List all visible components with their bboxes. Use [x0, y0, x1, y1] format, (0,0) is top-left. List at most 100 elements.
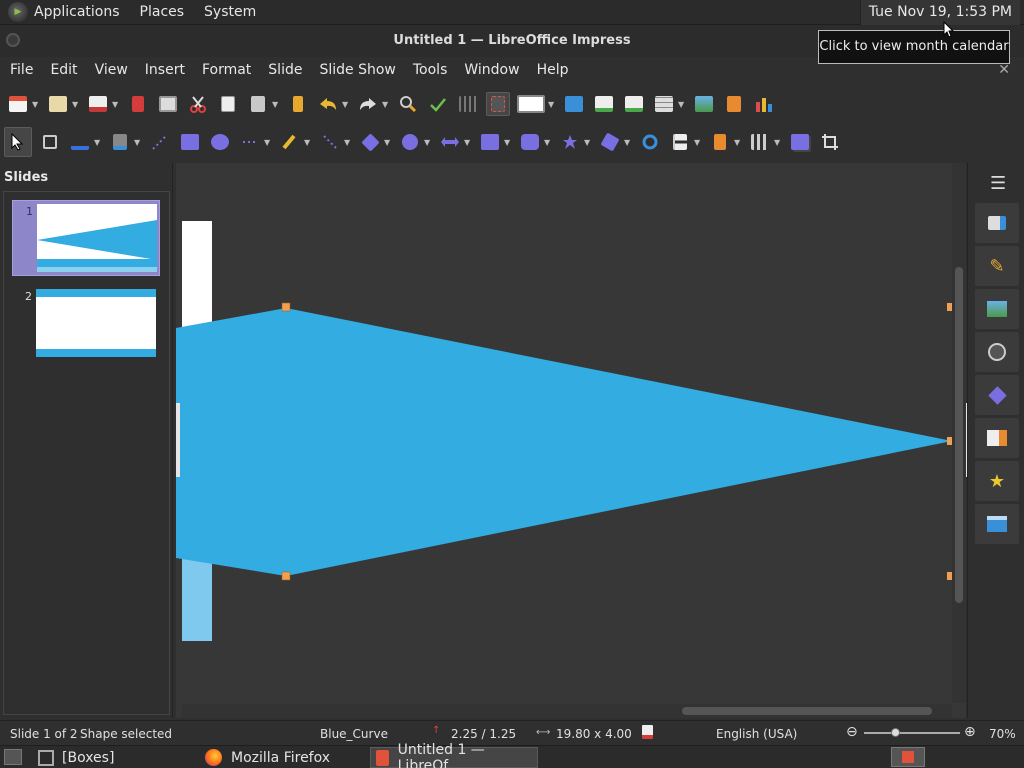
- document-modified-icon[interactable]: [642, 725, 653, 739]
- insert-image-icon[interactable]: [692, 92, 716, 116]
- panel-clock[interactable]: Tue Nov 19, 1:53 PM: [859, 0, 1020, 25]
- status-zoom[interactable]: 70%: [989, 727, 1016, 741]
- taskbar-item-firefox[interactable]: Mozilla Firefox: [205, 747, 330, 768]
- undo-icon[interactable]: [316, 92, 340, 116]
- zoom-pan-icon[interactable]: [38, 130, 62, 154]
- menu-insert[interactable]: Insert: [139, 62, 191, 78]
- ellipse-icon[interactable]: [208, 130, 232, 154]
- slide-thumbnail-2[interactable]: 2: [12, 286, 160, 362]
- menu-tools[interactable]: Tools: [407, 62, 454, 78]
- rotate-icon[interactable]: [638, 130, 662, 154]
- find-replace-icon[interactable]: [396, 92, 420, 116]
- table-dropdown-icon[interactable]: ▼: [548, 100, 556, 109]
- zoom-out-icon[interactable]: ⊖: [846, 724, 858, 740]
- display-grid-icon[interactable]: [456, 92, 480, 116]
- status-language[interactable]: English (USA): [716, 727, 797, 741]
- save-dropdown-icon[interactable]: ▼: [112, 100, 120, 109]
- connectors-icon[interactable]: [318, 130, 342, 154]
- print-icon[interactable]: [156, 92, 180, 116]
- new-icon[interactable]: [6, 92, 30, 116]
- redo-dropdown-icon[interactable]: ▼: [382, 100, 390, 109]
- sidebar-master-slides-button[interactable]: [975, 504, 1019, 544]
- sidebar-menu-icon[interactable]: ☰: [990, 173, 1006, 194]
- basic-shapes-icon[interactable]: [358, 130, 382, 154]
- start-first-slide-icon[interactable]: [592, 92, 616, 116]
- clone-formatting-icon[interactable]: [286, 92, 310, 116]
- line-color-dropdown-icon[interactable]: ▼: [94, 138, 102, 147]
- menu-help[interactable]: Help: [531, 62, 575, 78]
- sidebar-shapes-button[interactable]: [975, 375, 1019, 415]
- shadow-icon[interactable]: [788, 130, 812, 154]
- block-arrows-icon[interactable]: [438, 130, 462, 154]
- basic-shapes-dropdown-icon[interactable]: ▼: [384, 138, 392, 147]
- status-master-slide[interactable]: Blue_Curve: [320, 727, 388, 741]
- stars-icon[interactable]: [558, 130, 582, 154]
- select-arrow-icon[interactable]: [4, 127, 32, 157]
- insert-table-icon[interactable]: [516, 92, 546, 116]
- menu-view[interactable]: View: [89, 62, 134, 78]
- panel-menu-system[interactable]: System: [204, 4, 256, 20]
- insert-line-icon[interactable]: [148, 130, 172, 154]
- menu-edit[interactable]: Edit: [44, 62, 83, 78]
- arrange-dropdown-icon[interactable]: ▼: [734, 138, 742, 147]
- flowchart-dropdown-icon[interactable]: ▼: [504, 138, 512, 147]
- new-dropdown-icon[interactable]: ▼: [32, 100, 40, 109]
- show-desktop-icon[interactable]: [4, 749, 22, 765]
- menu-slide[interactable]: Slide: [262, 62, 308, 78]
- align-objects-icon[interactable]: [668, 130, 692, 154]
- selection-handle[interactable]: [281, 571, 291, 581]
- horizontal-scrollbar[interactable]: [182, 704, 952, 718]
- sidebar-styles-button[interactable]: ✎: [975, 246, 1019, 286]
- vertical-scroll-thumb[interactable]: [955, 267, 963, 603]
- spelling-icon[interactable]: [426, 92, 450, 116]
- arrange-icon[interactable]: [708, 130, 732, 154]
- slide-canvas[interactable]: [176, 163, 966, 718]
- distro-logo-icon[interactable]: ▶: [8, 2, 28, 22]
- paste-icon[interactable]: [246, 92, 270, 116]
- menu-format[interactable]: Format: [196, 62, 257, 78]
- zoom-slider[interactable]: [864, 732, 960, 734]
- slides-pane-collapse-handle[interactable]: [176, 403, 180, 477]
- zoom-slider-thumb[interactable]: [891, 728, 900, 737]
- callouts-icon[interactable]: [518, 130, 542, 154]
- horizontal-scroll-thumb[interactable]: [682, 707, 932, 715]
- crop-icon[interactable]: [818, 130, 842, 154]
- selected-shape[interactable]: [176, 308, 952, 576]
- slide-thumbnail-1[interactable]: 1: [12, 200, 160, 276]
- panel-menu-places[interactable]: Places: [140, 4, 185, 20]
- display-views-icon[interactable]: [562, 92, 586, 116]
- save-icon[interactable]: [86, 92, 110, 116]
- sidebar-animation-button[interactable]: ★: [975, 461, 1019, 501]
- selection-handle[interactable]: [281, 302, 291, 312]
- fill-color-dropdown-icon[interactable]: ▼: [134, 138, 142, 147]
- close-document-button[interactable]: ✕: [998, 62, 1010, 78]
- rectangle-icon[interactable]: [178, 130, 202, 154]
- taskbar-item-impress[interactable]: Untitled 1 — LibreOf...: [370, 742, 538, 768]
- start-current-slide-icon[interactable]: [622, 92, 646, 116]
- cut-icon[interactable]: [186, 92, 210, 116]
- connectors-dropdown-icon[interactable]: ▼: [344, 138, 352, 147]
- align-dropdown-icon[interactable]: ▼: [694, 138, 702, 147]
- undo-dropdown-icon[interactable]: ▼: [342, 100, 350, 109]
- copy-icon[interactable]: [216, 92, 240, 116]
- table2-dropdown-icon[interactable]: ▼: [678, 100, 686, 109]
- distribute-dropdown-icon[interactable]: ▼: [774, 138, 782, 147]
- insert-audio-video-icon[interactable]: [722, 92, 746, 116]
- block-arrows-dropdown-icon[interactable]: ▼: [464, 138, 472, 147]
- sidebar-gallery-button[interactable]: [975, 289, 1019, 329]
- insert-chart-icon[interactable]: [752, 92, 776, 116]
- menu-window[interactable]: Window: [458, 62, 525, 78]
- panel-menu-applications[interactable]: Applications: [34, 4, 120, 20]
- vertical-scrollbar[interactable]: [952, 163, 966, 703]
- sidebar-properties-button[interactable]: [975, 203, 1019, 243]
- redo-icon[interactable]: [356, 92, 380, 116]
- fill-color-icon[interactable]: [108, 130, 132, 154]
- stars-dropdown-icon[interactable]: ▼: [584, 138, 592, 147]
- curves-icon[interactable]: [278, 130, 302, 154]
- lines-dropdown-icon[interactable]: ▼: [264, 138, 272, 147]
- workspace-switcher[interactable]: [891, 747, 925, 767]
- open-folder-icon[interactable]: [46, 92, 70, 116]
- open-dropdown-icon[interactable]: ▼: [72, 100, 80, 109]
- slide-edit-area[interactable]: [176, 163, 966, 718]
- taskbar-item-boxes[interactable]: [Boxes]: [38, 747, 114, 768]
